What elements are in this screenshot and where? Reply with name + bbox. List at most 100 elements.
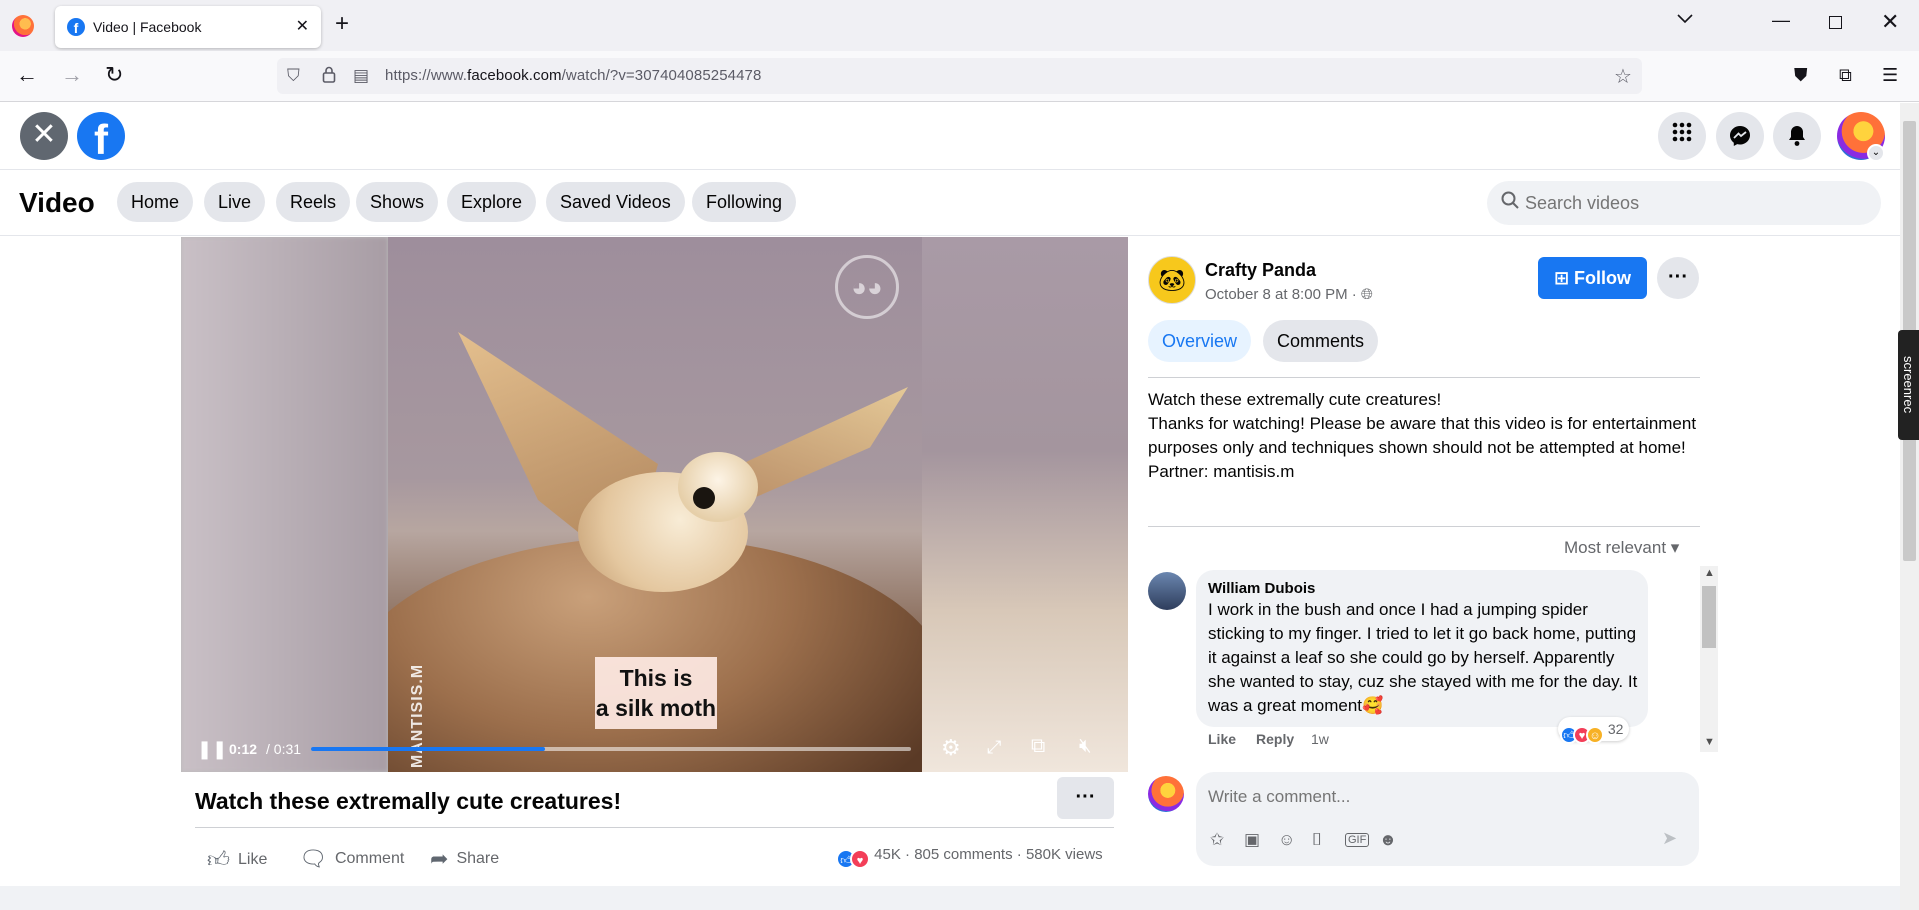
scroll-up-icon[interactable]: ▲ — [1704, 567, 1715, 579]
browser-tab[interactable]: f Video | Facebook ✕ — [55, 6, 321, 48]
forward-icon[interactable]: → — [61, 62, 83, 88]
nav-pill-following[interactable]: Following — [692, 182, 797, 222]
comment-like-button[interactable]: Like — [1208, 731, 1236, 747]
restore-window-icon[interactable] — [1829, 16, 1842, 29]
post-date[interactable]: October 8 at 8:00 PM · 🌐︎ — [1205, 286, 1373, 303]
facebook-logo[interactable]: f — [77, 112, 125, 160]
divider — [1148, 377, 1700, 378]
comments-scrollbar[interactable]: ▲ ▼ — [1700, 566, 1718, 752]
messenger-icon[interactable] — [1716, 112, 1764, 160]
comment-input[interactable] — [1208, 782, 1678, 812]
close-tab-icon[interactable]: ✕ — [296, 16, 309, 36]
video-stats: 👍︎ ♥ 45K · 805 comments · 580K views — [836, 846, 1103, 869]
my-avatar[interactable] — [1148, 776, 1184, 812]
tab-comments[interactable]: Comments — [1263, 320, 1379, 362]
tab-overview[interactable]: Overview — [1148, 320, 1252, 362]
send-icon[interactable]: ➤ — [1662, 828, 1677, 849]
love-reaction-icon: ♥ — [850, 849, 870, 869]
picture-in-picture-icon[interactable]: ⧉ — [1031, 735, 1045, 758]
url-text: https://www.facebook.com/watch/?v=307404… — [385, 67, 762, 84]
progress-bar[interactable] — [311, 747, 911, 751]
close-window-icon[interactable]: ✕ — [1881, 9, 1899, 35]
comment-bubble-icon: 🗨︎ — [299, 846, 327, 871]
close-video-button[interactable]: ✕ — [20, 112, 68, 160]
comment-reply-button[interactable]: Reply — [1256, 731, 1294, 747]
channel-name[interactable]: Crafty Panda — [1205, 260, 1316, 281]
comment-time[interactable]: 1w — [1311, 731, 1329, 747]
nav-pill-home[interactable]: Home — [117, 182, 194, 222]
fullscreen-icon[interactable]: ⤢ — [987, 737, 1001, 758]
minimize-window-icon[interactable]: — — [1772, 10, 1790, 31]
sticker-icon[interactable]: ▣ — [1244, 830, 1260, 850]
mute-icon[interactable]: 🔇︎ — [1079, 735, 1092, 758]
list-all-tabs-icon[interactable] — [1676, 12, 1694, 30]
nav-pill-live[interactable]: Live — [204, 182, 266, 222]
divider — [195, 827, 1114, 828]
sort-comments-dropdown[interactable]: Most relevant ▾ — [1564, 538, 1679, 558]
address-bar[interactable]: ⛉ ▤ https://www.facebook.com/watch/?v=30… — [277, 58, 1642, 94]
bookmark-star-icon[interactable]: ☆ — [1614, 64, 1632, 89]
gif-icon[interactable]: GIF — [1345, 833, 1370, 847]
nav-pill-reels[interactable]: Reels — [276, 182, 351, 222]
video-frame[interactable]: ◕◕ This is a silk moth MANTISIS.M — [388, 237, 922, 772]
video-nav-bar: Video Home Live Reels Shows Explore Save… — [0, 170, 1900, 236]
page-bottom-strip — [0, 886, 1900, 910]
nav-pill-shows[interactable]: Shows — [356, 182, 439, 222]
comment-button[interactable]: 🗨︎ Comment — [299, 846, 404, 872]
video-blur-background-left — [181, 237, 388, 772]
lock-icon[interactable] — [322, 66, 336, 88]
moth-head — [678, 452, 758, 522]
care-reaction-icon: ☺ — [1586, 726, 1604, 744]
page-permissions-icon[interactable]: ▤ — [353, 66, 369, 86]
account-chevron-down-icon[interactable]: ⌄ — [1867, 144, 1885, 162]
video-description: Watch these extremally cute creatures! T… — [1148, 390, 1697, 481]
comment-composer[interactable]: ✩ ▣ ☺ ⌷ GIF ☻ ➤ — [1196, 772, 1699, 866]
reaction-count[interactable]: 45K — [874, 846, 901, 863]
comment-reactions[interactable]: 👍︎ ♥ ☺ 32 — [1558, 717, 1630, 744]
video-player[interactable]: ◕◕ This is a silk moth MANTISIS.M ❚❚ 0:1… — [181, 237, 1128, 772]
menu-grid-icon[interactable] — [1658, 112, 1706, 160]
video-more-options-button[interactable]: ··· — [1057, 777, 1114, 819]
scrollbar-thumb[interactable] — [1702, 586, 1716, 648]
pocket-icon[interactable]: ⛊ — [1794, 62, 1808, 88]
search-input[interactable] — [1525, 181, 1865, 225]
comments-count[interactable]: 805 comments — [914, 846, 1012, 863]
page-scrollbar[interactable] — [1900, 103, 1919, 910]
pause-icon[interactable]: ❚❚ — [197, 739, 227, 760]
scroll-down-icon[interactable]: ▼ — [1704, 736, 1715, 748]
caret-down-icon: ▾ — [1670, 538, 1680, 557]
crafty-panda-watermark-icon: ◕◕ — [835, 255, 899, 319]
new-tab-button[interactable]: + — [335, 10, 349, 38]
back-icon[interactable]: ← — [16, 62, 38, 88]
screenrec-extension-tab[interactable]: screenrec — [1898, 330, 1919, 440]
settings-gear-icon[interactable]: ⚙ — [941, 735, 961, 761]
search-videos-box[interactable] — [1487, 181, 1881, 225]
extensions-icon[interactable]: ⧉ — [1839, 62, 1852, 88]
like-button[interactable]: 👍︎ Like — [207, 846, 267, 873]
avatar-sticker-icon[interactable]: ✩ — [1210, 830, 1224, 850]
emoji-icon[interactable]: ☺ — [1278, 830, 1295, 850]
views-count: 580K views — [1025, 846, 1103, 863]
menu-icon[interactable]: ☰ — [1882, 62, 1898, 88]
moth-eye — [693, 487, 715, 509]
channel-avatar[interactable]: 🐼︎ — [1148, 256, 1196, 304]
share-arrow-icon: ➦ — [430, 846, 449, 871]
player-controls: ❚❚ 0:12 / 0:31 ⚙ ⤢ ⧉ 🔇︎ — [181, 727, 1128, 772]
firefox-icon[interactable] — [12, 15, 34, 37]
browser-nav-bar: ← → ↻ ⛉ ▤ https://www.facebook.com/watch… — [0, 51, 1919, 102]
comment-author-avatar[interactable] — [1148, 572, 1186, 610]
nav-pill-saved-videos[interactable]: Saved Videos — [546, 182, 685, 222]
time-total: / 0:31 — [266, 741, 302, 757]
camera-icon[interactable]: ⌷ — [1312, 830, 1322, 850]
shield-icon[interactable]: ⛉ — [287, 66, 300, 86]
follow-plus-icon: ⊞ — [1553, 268, 1570, 288]
reload-icon[interactable]: ↻ — [105, 62, 123, 88]
sticker-face-icon[interactable]: ☻ — [1379, 830, 1397, 850]
nav-pill-explore[interactable]: Explore — [447, 182, 537, 222]
channel-more-options-button[interactable]: ··· — [1657, 257, 1699, 299]
globe-icon: 🌐︎ — [1360, 286, 1373, 303]
comment-author[interactable]: William Dubois — [1208, 580, 1315, 597]
share-button[interactable]: ➦ Share — [430, 846, 499, 872]
notifications-bell-icon[interactable] — [1773, 112, 1821, 160]
follow-button[interactable]: ⊞ Follow — [1538, 257, 1647, 299]
